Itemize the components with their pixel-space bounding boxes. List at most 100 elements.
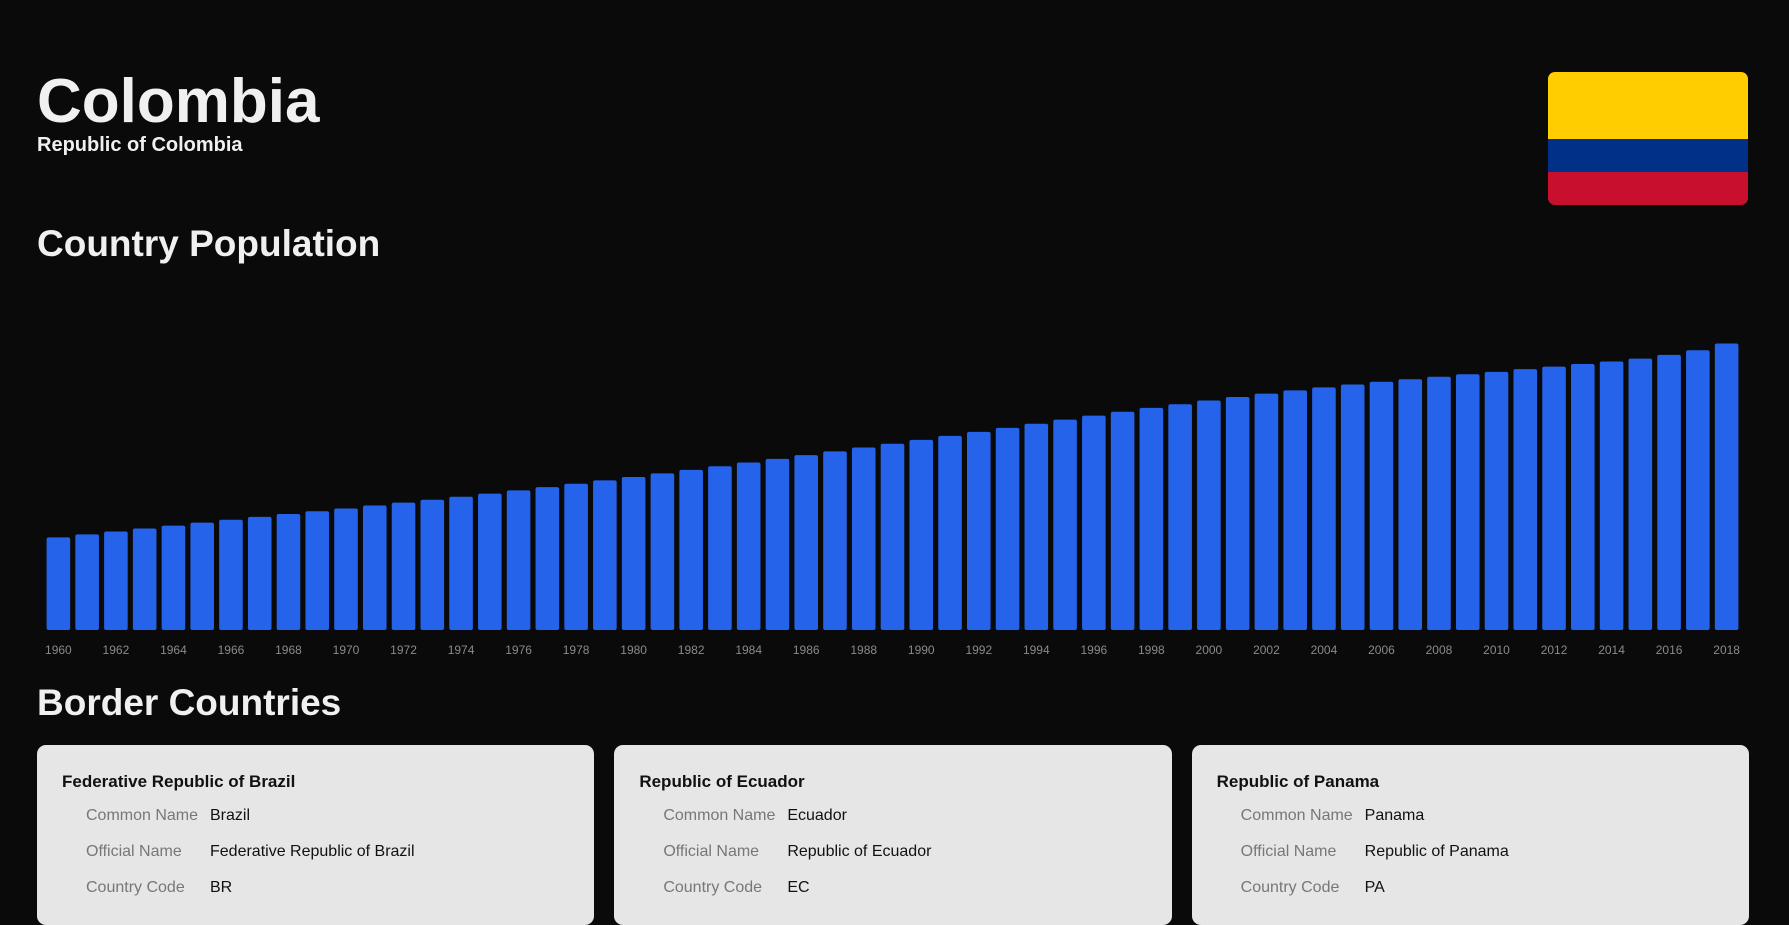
common-name-row: Common Name Panama xyxy=(1217,807,1724,843)
bar-1981 xyxy=(650,473,675,630)
country-code-value: PA xyxy=(1364,879,1385,896)
country-code-label: Country Code xyxy=(86,879,185,896)
x-tick-label: 2010 xyxy=(1483,643,1510,657)
x-tick-label: 1998 xyxy=(1138,643,1165,657)
x-tick-label: 2000 xyxy=(1196,643,1223,657)
country-card-heading: Republic of Ecuador xyxy=(639,772,805,791)
bar-1972 xyxy=(391,502,416,630)
country-code-value: BR xyxy=(210,879,233,896)
bar-1964 xyxy=(161,525,186,630)
x-tick-label: 1984 xyxy=(735,643,762,657)
bar-2006 xyxy=(1369,381,1394,630)
bar-1962 xyxy=(104,531,128,630)
bar-2002 xyxy=(1254,393,1279,630)
x-tick-label: 1982 xyxy=(678,643,705,657)
bar-1997 xyxy=(1110,411,1135,630)
flag-stripe-yellow xyxy=(1548,72,1748,139)
x-tick-label: 1978 xyxy=(563,643,590,657)
bar-2011 xyxy=(1513,369,1538,630)
bar-1990 xyxy=(909,439,934,630)
bar-1989 xyxy=(880,443,905,630)
x-tick-label: 1994 xyxy=(1023,643,1050,657)
border-countries-title: Border Countries xyxy=(37,682,342,723)
country-code-row: Country Code BR xyxy=(62,879,569,915)
official-name-row: Official Name Republic of Ecuador xyxy=(639,843,1146,879)
country-code-row: Country Code EC xyxy=(639,879,1146,915)
common-name-row: Common Name Brazil xyxy=(62,807,569,843)
country-card-ecuador[interactable]: Republic of Ecuador Common Name Ecuador … xyxy=(614,745,1172,925)
bar-1988 xyxy=(851,447,876,630)
x-tick-label: 1996 xyxy=(1080,643,1107,657)
x-tick-label: 2016 xyxy=(1656,643,1683,657)
bar-2009 xyxy=(1455,374,1480,630)
population-chart: 1960 1962 1964 1966 1968 1970 1972 1974 1976 1978… xyxy=(45,343,1740,657)
bar-1993 xyxy=(995,427,1020,630)
common-name-value: Ecuador xyxy=(787,807,847,824)
bar-1975 xyxy=(478,493,502,630)
x-tick-label: 2004 xyxy=(1311,643,1338,657)
bar-2013 xyxy=(1571,364,1595,630)
country-card-brazil[interactable]: Federative Republic of Brazil Common Nam… xyxy=(37,745,595,925)
country-code-value: EC xyxy=(787,879,810,896)
page-subtitle: Republic of Colombia xyxy=(37,134,243,156)
x-tick-label: 2012 xyxy=(1541,643,1568,657)
x-tick-label: 1972 xyxy=(390,643,417,657)
common-name-value: Brazil xyxy=(210,807,251,824)
official-name-value: Republic of Panama xyxy=(1364,843,1509,860)
official-name-row: Official Name Federative Republic of Bra… xyxy=(62,843,569,879)
bar-1974 xyxy=(449,496,473,630)
bar-1973 xyxy=(420,499,445,630)
bar-2012 xyxy=(1542,366,1566,630)
bar-2017 xyxy=(1686,350,1710,630)
x-tick-label: 1968 xyxy=(275,643,302,657)
population-section-title: Country Population xyxy=(37,223,381,264)
bar-1992 xyxy=(967,431,991,630)
country-code-row: Country Code PA xyxy=(1217,879,1724,915)
common-name-row: Common Name Ecuador xyxy=(639,807,1146,843)
bar-2008 xyxy=(1427,376,1451,630)
bar-1999 xyxy=(1168,404,1192,630)
bar-2007 xyxy=(1398,379,1423,630)
country-card-panama[interactable]: Republic of Panama Common Name Panama Of… xyxy=(1191,745,1749,925)
bar-2005 xyxy=(1340,384,1365,630)
bar-1987 xyxy=(823,451,847,630)
border-countries-list: Federative Republic of Brazil Common Nam… xyxy=(37,745,1749,925)
country-code-label: Country Code xyxy=(1240,879,1340,896)
bar-1963 xyxy=(132,528,157,630)
bar-1979 xyxy=(593,480,617,630)
bar-1996 xyxy=(1082,415,1106,630)
x-tick-label: 2002 xyxy=(1253,643,1280,657)
x-tick-label: 1990 xyxy=(908,643,935,657)
x-tick-label: 2018 xyxy=(1713,643,1740,657)
x-tick-label: 1976 xyxy=(505,643,532,657)
x-tick-label: 1962 xyxy=(103,643,130,657)
bar-1976 xyxy=(506,490,531,630)
flag-stripe-red xyxy=(1548,171,1748,205)
bar-2001 xyxy=(1225,396,1250,630)
official-name-label: Official Name xyxy=(86,843,182,860)
bar-2003 xyxy=(1283,390,1307,630)
bar-2015 xyxy=(1628,358,1653,630)
official-name-label: Official Name xyxy=(663,843,760,860)
common-name-label: Common Name xyxy=(1240,807,1353,824)
x-tick-label: 1960 xyxy=(45,643,72,657)
flag-stripe-blue xyxy=(1548,138,1748,172)
bar-2004 xyxy=(1312,387,1336,630)
x-tick-label: 1964 xyxy=(160,643,187,657)
bar-1980 xyxy=(621,476,646,630)
x-tick-label: 2008 xyxy=(1426,643,1453,657)
country-code-label: Country Code xyxy=(663,879,763,896)
official-name-label: Official Name xyxy=(1240,843,1337,860)
bar-1970 xyxy=(334,508,358,630)
bar-1984 xyxy=(736,462,761,630)
official-name-value: Federative Republic of Brazil xyxy=(210,843,415,860)
official-name-row: Official Name Republic of Panama xyxy=(1217,843,1724,879)
country-card-heading: Federative Republic of Brazil xyxy=(62,772,296,791)
bar-2010 xyxy=(1484,371,1509,630)
bar-1971 xyxy=(362,505,387,630)
common-name-label: Common Name xyxy=(663,807,776,824)
common-name-label: Common Name xyxy=(86,807,199,824)
bar-1985 xyxy=(765,458,790,630)
x-tick-label: 1980 xyxy=(620,643,647,657)
bar-1966 xyxy=(219,519,243,630)
